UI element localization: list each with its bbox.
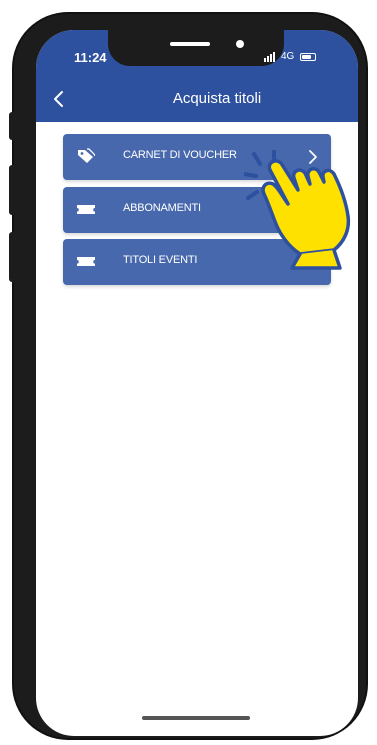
tapping-hand-icon bbox=[244, 150, 351, 270]
page-title: Acquista titoli bbox=[172, 90, 262, 107]
signal-icon bbox=[264, 51, 275, 62]
network-type: 4G bbox=[281, 51, 295, 62]
side-button-volume-up bbox=[9, 165, 15, 215]
menu-item-label: TITOLI EVENTI bbox=[123, 254, 198, 266]
side-button-volume-down bbox=[9, 232, 15, 282]
home-indicator bbox=[142, 716, 250, 720]
side-button-mute bbox=[9, 112, 15, 140]
app-header: 11:24 4G Acquista titoli bbox=[36, 30, 358, 122]
status-time: 11:24 bbox=[74, 50, 107, 65]
menu-item-label: CARNET DI VOUCHER bbox=[123, 149, 237, 161]
tag-icon bbox=[78, 148, 95, 163]
front-camera bbox=[236, 40, 244, 48]
ticket-icon bbox=[77, 205, 95, 214]
battery-icon bbox=[300, 52, 317, 61]
ticket-icon bbox=[77, 257, 95, 266]
phone-notch bbox=[108, 30, 284, 66]
phone-screen: 11:24 4G Acquista titoli CARNET DI VOUCH… bbox=[36, 30, 358, 736]
menu-item-label: ABBONAMENTI bbox=[123, 202, 201, 214]
speaker-grille bbox=[170, 42, 210, 46]
status-indicators: 4G bbox=[264, 51, 317, 62]
